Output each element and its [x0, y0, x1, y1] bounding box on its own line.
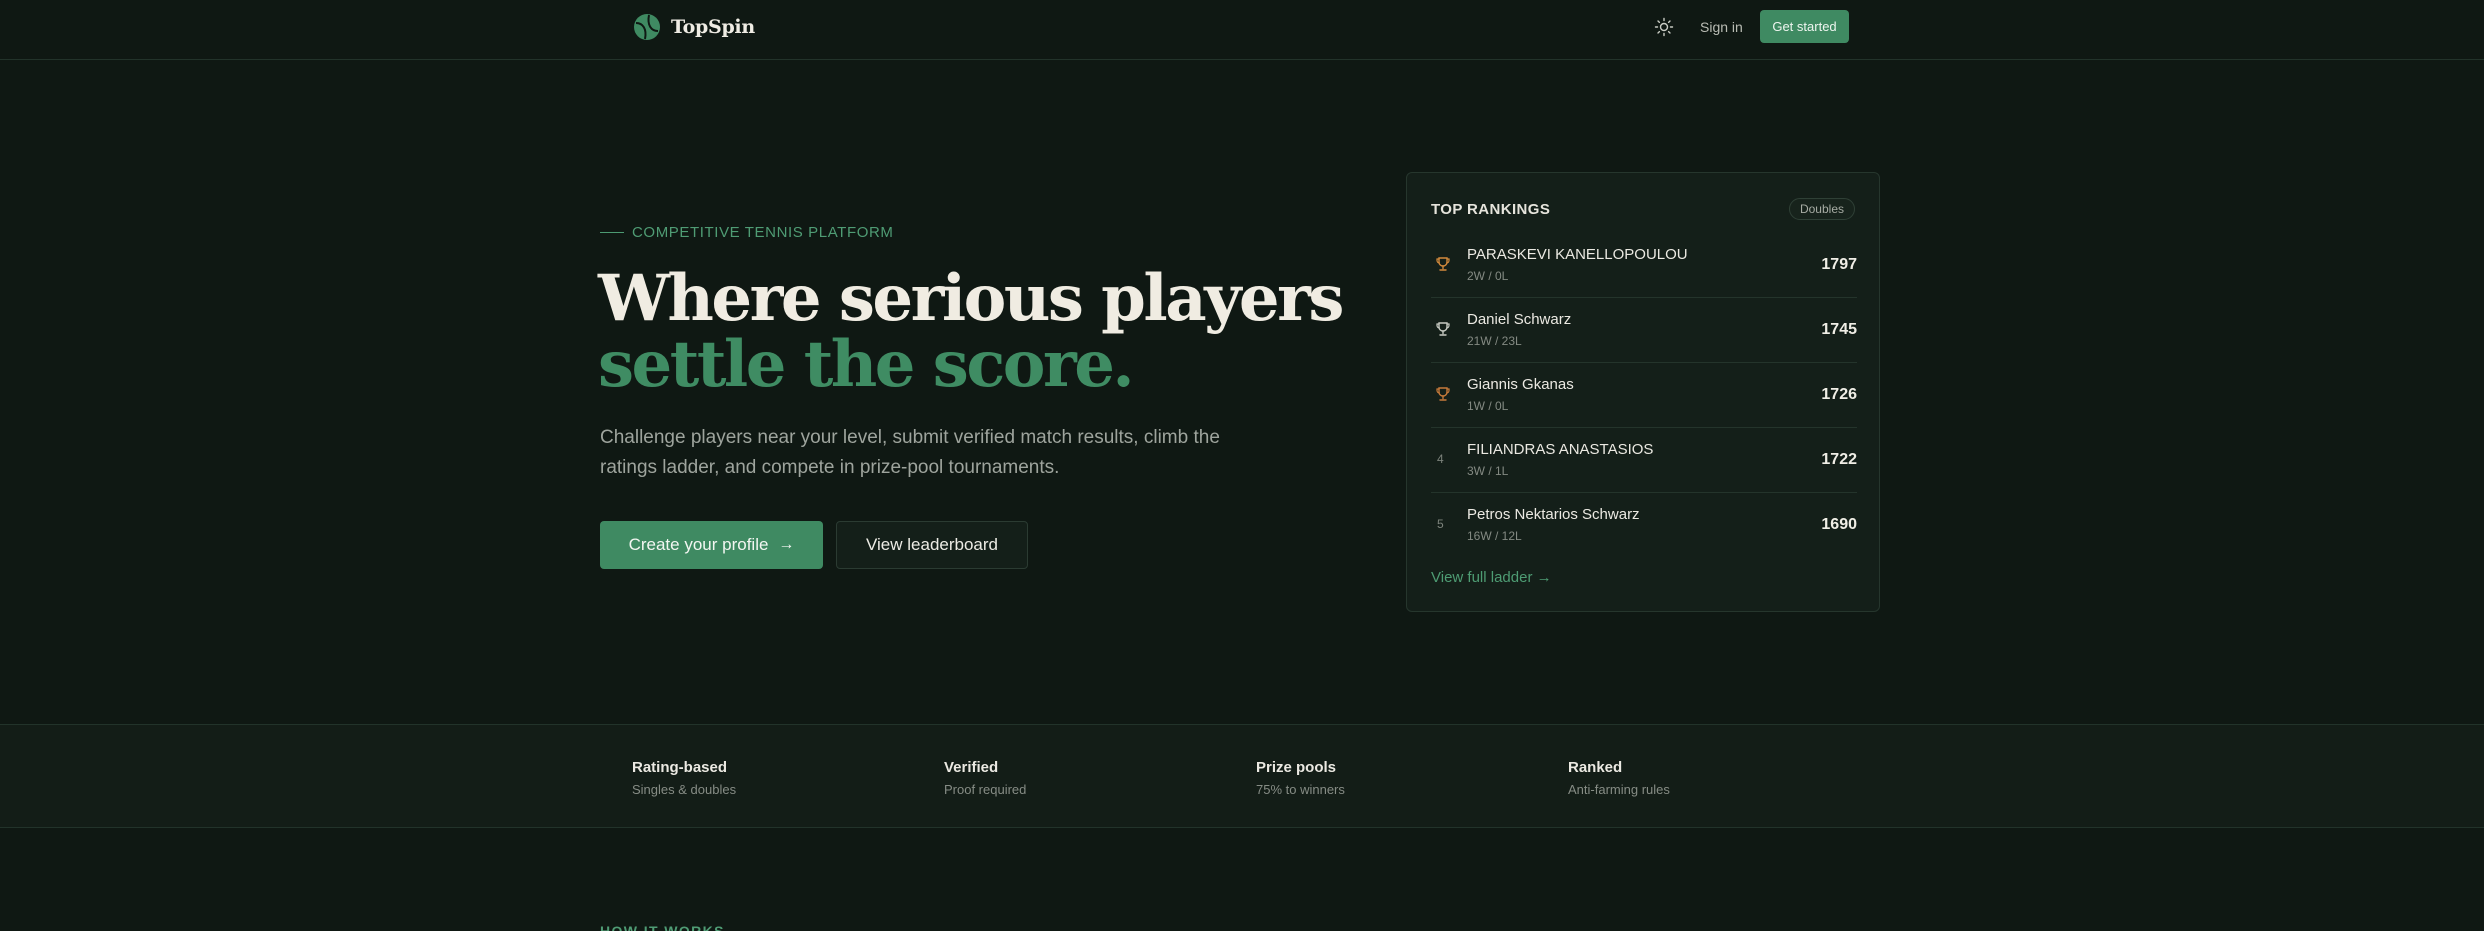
- create-profile-label: Create your profile: [628, 535, 769, 554]
- feature-title: Verified: [944, 759, 999, 776]
- player-record: 21W / 23L: [1467, 334, 1522, 348]
- player-record: 3W / 1L: [1467, 464, 1509, 478]
- rankings-card: TOP RANKINGS Doubles PARASKEVI KANELLOPO…: [1406, 172, 1880, 612]
- sun-icon[interactable]: [1654, 17, 1674, 37]
- view-full-ladder-link[interactable]: View full ladder →: [1431, 569, 1552, 586]
- feature-item: Ranked Anti-farming rules: [1568, 759, 1670, 797]
- mode-badge[interactable]: Doubles: [1788, 198, 1855, 220]
- player-record: 16W / 12L: [1467, 529, 1522, 543]
- hero-subhead: Challenge players near your level, submi…: [600, 427, 1220, 478]
- player-rating: 1690: [1821, 516, 1857, 533]
- get-started-button[interactable]: Get started: [1760, 10, 1849, 43]
- trophy-icon: [1436, 322, 1450, 336]
- headline-line-2: settle the score.: [598, 327, 1135, 402]
- eyebrow-rule: [600, 232, 624, 233]
- ranking-row[interactable]: PARASKEVI KANELLOPOULOU 2W / 0L 1797: [1431, 233, 1857, 298]
- player-record: 1W / 0L: [1467, 399, 1509, 413]
- player-rating: 1722: [1821, 451, 1857, 468]
- player-rating: 1745: [1821, 321, 1857, 338]
- rank-number: 4: [1437, 452, 1444, 466]
- arrow-right-icon: →: [778, 536, 795, 553]
- feature-title: Prize pools: [1256, 759, 1337, 776]
- feature-item: Rating-based Singles & doubles: [632, 759, 736, 797]
- brand-name: TopSpin: [671, 16, 755, 38]
- view-leaderboard-button[interactable]: View leaderboard: [836, 521, 1028, 569]
- feature-item: Verified Proof required: [944, 759, 1026, 797]
- feature-title: Rating-based: [632, 759, 728, 776]
- player-rating: 1797: [1821, 256, 1857, 273]
- tennis-ball-logo-icon: [634, 14, 660, 40]
- create-profile-button[interactable]: Create your profile →: [600, 521, 823, 569]
- rankings-list: PARASKEVI KANELLOPOULOU 2W / 0L 1797 Dan…: [1431, 233, 1857, 558]
- player-name: Petros Nektarios Schwarz: [1467, 506, 1640, 523]
- trophy-icon: [1436, 387, 1450, 401]
- brand[interactable]: TopSpin: [633, 13, 755, 41]
- feature-item: Prize pools 75% to winners: [1256, 759, 1345, 797]
- feature-subtitle: Anti-farming rules: [1568, 782, 1670, 797]
- feature-subtitle: Singles & doubles: [632, 782, 737, 797]
- trophy-icon: [1436, 257, 1450, 271]
- player-name: FILIANDRAS ANASTASIOS: [1467, 441, 1654, 458]
- sign-in-link[interactable]: Sign in: [1700, 18, 1743, 36]
- ranking-row[interactable]: 4 FILIANDRAS ANASTASIOS 3W / 1L 1722: [1431, 428, 1857, 493]
- rank-number: 5: [1437, 517, 1444, 531]
- features-band: Rating-based Singles & doubles Verified …: [0, 724, 2484, 828]
- hero-eyebrow: COMPETITIVE TENNIS PLATFORM: [600, 224, 894, 241]
- player-rating: 1726: [1821, 386, 1857, 403]
- player-name: Giannis Gkanas: [1467, 376, 1574, 393]
- feature-subtitle: 75% to winners: [1256, 782, 1345, 797]
- player-record: 2W / 0L: [1467, 269, 1509, 283]
- ranking-row[interactable]: 5 Petros Nektarios Schwarz 16W / 12L 169…: [1431, 493, 1857, 558]
- rankings-title: TOP RANKINGS: [1431, 201, 1551, 218]
- how-it-works-eyebrow: HOW IT WORKS: [600, 923, 725, 931]
- top-nav: TopSpin Sign in Get started: [0, 0, 2484, 60]
- eyebrow-text: COMPETITIVE TENNIS PLATFORM: [632, 224, 894, 241]
- feature-subtitle: Proof required: [944, 782, 1027, 797]
- ranking-row[interactable]: Giannis Gkanas 1W / 0L 1726: [1431, 363, 1857, 428]
- player-name: PARASKEVI KANELLOPOULOU: [1467, 246, 1688, 263]
- headline-line-1: Where serious players: [598, 261, 1344, 336]
- hero-headline: Where serious players settle the score.: [598, 261, 1344, 402]
- player-name: Daniel Schwarz: [1467, 311, 1572, 328]
- feature-title: Ranked: [1568, 759, 1623, 776]
- ranking-row[interactable]: Daniel Schwarz 21W / 23L 1745: [1431, 298, 1857, 363]
